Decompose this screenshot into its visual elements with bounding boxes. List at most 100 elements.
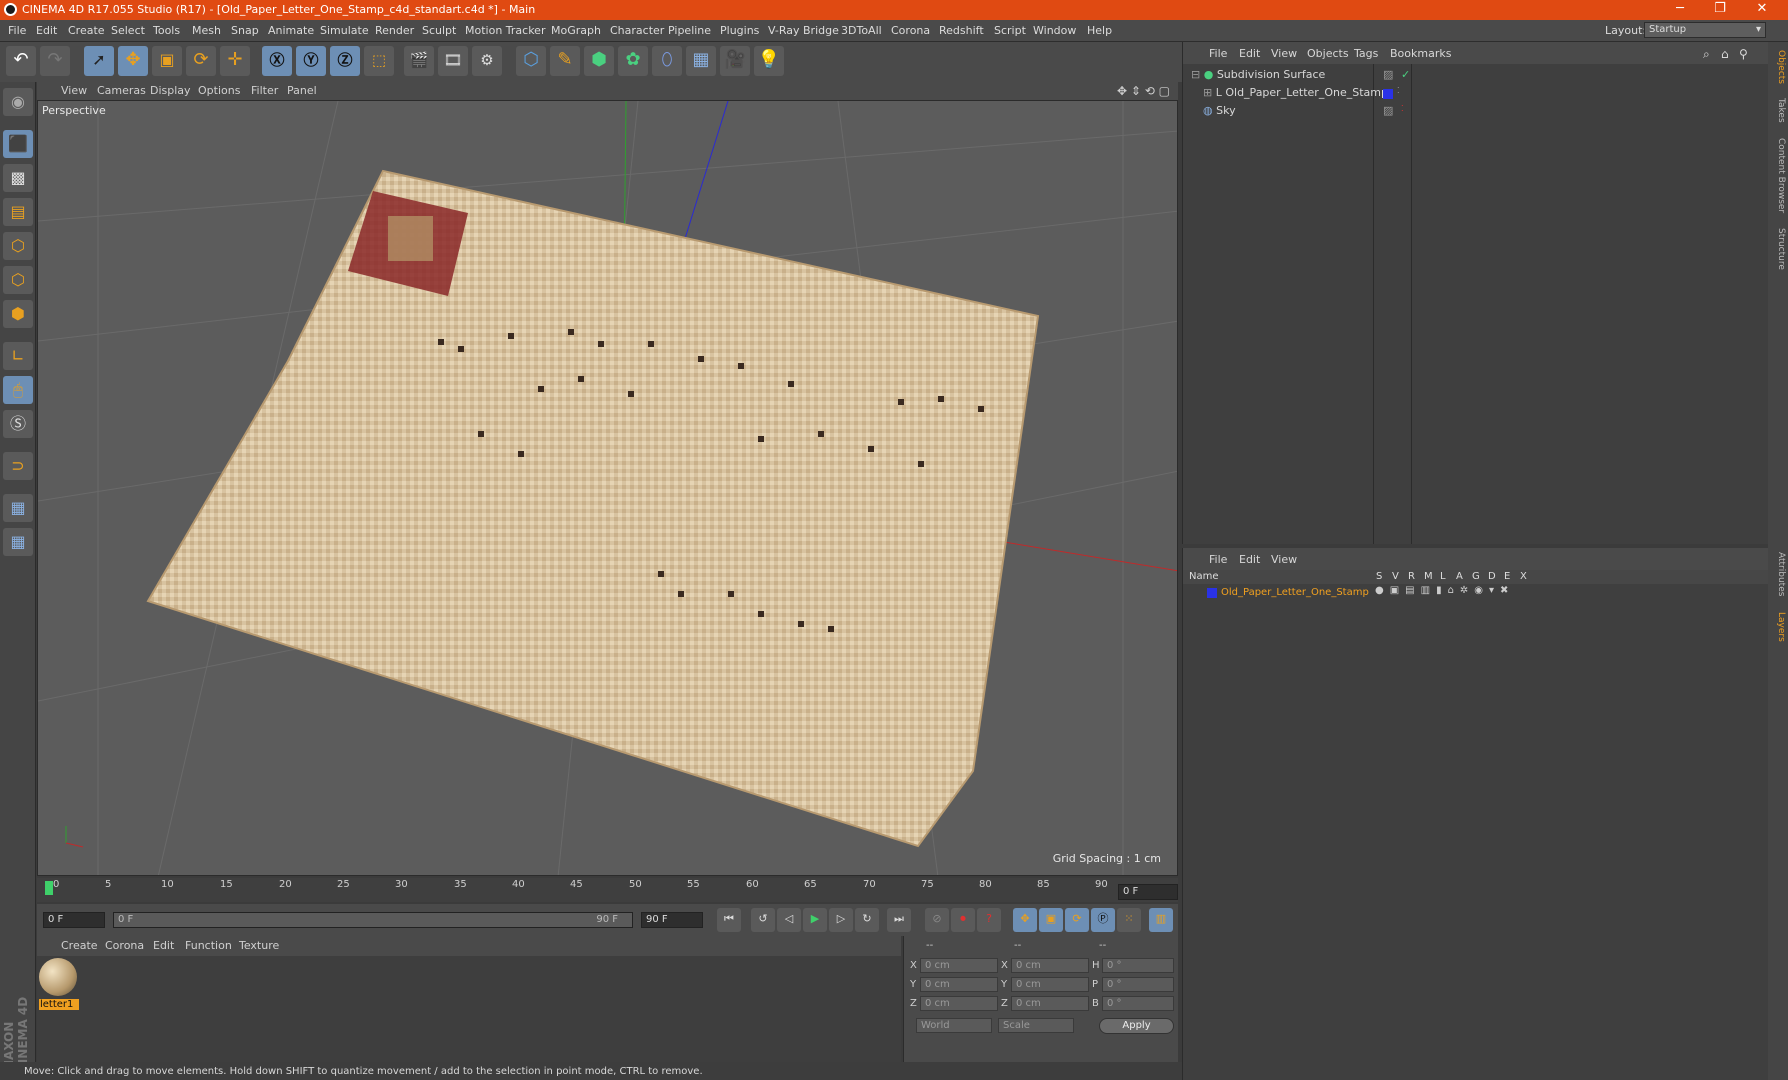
layer-menu-edit[interactable]: Edit	[1239, 553, 1260, 566]
undo-icon[interactable]: ↶	[6, 46, 36, 76]
menu-render[interactable]: Render	[375, 24, 414, 37]
start-frame-field[interactable]: 0 F	[43, 912, 105, 928]
timeline-ruler[interactable]: 0 5 10 15 20 25 30 35 40 45 50 55 60 65 …	[37, 878, 1178, 902]
menu-animate[interactable]: Animate	[268, 24, 314, 37]
deformer-icon[interactable]: ⬯	[652, 46, 682, 76]
visibility-dots-icon[interactable]: ⁚	[1397, 86, 1400, 95]
visibility-toggle-icon[interactable]: ▨	[1383, 104, 1393, 117]
key-scale-icon[interactable]: ▣	[1039, 908, 1063, 932]
play-icon[interactable]: ▶	[803, 908, 827, 932]
layer-menu-file[interactable]: File	[1209, 553, 1227, 566]
goto-end-icon[interactable]: ⏭	[887, 908, 911, 932]
autokey-icon[interactable]: ?	[977, 908, 1001, 932]
menu-sculpt[interactable]: Sculpt	[422, 24, 456, 37]
size-y-field[interactable]: 0 cm	[1011, 977, 1089, 992]
redo-icon[interactable]: ↷	[40, 46, 70, 76]
object-menu-edit[interactable]: Edit	[1239, 47, 1260, 60]
position-z-field[interactable]: 0 cm	[920, 996, 998, 1011]
menu-motion-tracker[interactable]: Motion Tracker	[465, 24, 545, 37]
end-frame-field[interactable]: 90 F	[641, 912, 703, 928]
old-paper-letter-mesh[interactable]	[146, 169, 1040, 848]
viewport-menu-panel[interactable]: Panel	[287, 84, 317, 97]
render-settings-icon[interactable]: ⚙	[472, 46, 502, 76]
material-menu-function[interactable]: Function	[185, 939, 232, 952]
scale-icon[interactable]: ▣	[152, 46, 182, 76]
layer-name[interactable]: Old_Paper_Letter_One_Stamp	[1221, 587, 1369, 598]
collapse-icon[interactable]: ⊟	[1191, 68, 1200, 81]
layer-col-d[interactable]: D	[1488, 571, 1496, 582]
coordinate-system-icon[interactable]: ⬚	[364, 46, 394, 76]
filter-icon[interactable]: ⚲	[1739, 47, 1748, 61]
viewport-menu-options[interactable]: Options	[198, 84, 240, 97]
edges-mode-icon[interactable]: ⬡	[3, 266, 33, 294]
planar-workplane-icon[interactable]: ▦	[3, 528, 33, 556]
maximize-button[interactable]: ❐	[1700, 0, 1740, 20]
menu-redshift[interactable]: Redshift	[939, 24, 984, 37]
home-icon[interactable]: ⌂	[1721, 47, 1729, 61]
playhead-marker[interactable]	[45, 881, 53, 895]
viewport-menu-display[interactable]: Display	[150, 84, 191, 97]
perspective-viewport[interactable]: Perspective Grid Spacing : 1 cm	[37, 100, 1178, 876]
size-z-field[interactable]: 0 cm	[1011, 996, 1089, 1011]
layer-menu-view[interactable]: View	[1271, 553, 1297, 566]
layer-color-swatch[interactable]	[1207, 588, 1217, 598]
rotate-icon[interactable]: ⟳	[186, 46, 216, 76]
cube-icon[interactable]: ⬡	[516, 46, 546, 76]
prev-key-icon[interactable]: ↺	[751, 908, 775, 932]
side-tab-objects[interactable]: Objects	[1770, 50, 1786, 84]
render-picture-viewer-icon[interactable]: 🎞	[438, 46, 468, 76]
texture-mode-icon[interactable]: ▩	[3, 164, 33, 192]
key-rotation-icon[interactable]: ⟳	[1065, 908, 1089, 932]
layer-col-x[interactable]: X	[1520, 571, 1527, 582]
menu-help[interactable]: Help	[1087, 24, 1112, 37]
apply-button[interactable]: Apply	[1099, 1018, 1174, 1034]
menu-simulate[interactable]: Simulate	[320, 24, 369, 37]
pen-spline-icon[interactable]: ✎	[550, 46, 580, 76]
frame-range-slider[interactable]: 0 F 90 F	[113, 912, 633, 928]
subdivision-surface-icon[interactable]: ⬢	[584, 46, 614, 76]
close-button[interactable]: ✕	[1742, 0, 1782, 20]
object-row-subdivision[interactable]: ⊟ ● Subdivision Surface ▨ ✓	[1191, 68, 1651, 86]
tweak-mode-icon[interactable]: 🖱	[3, 376, 33, 404]
light-icon[interactable]: 💡	[754, 46, 784, 76]
solo-icon[interactable]: Ⓢ	[3, 410, 33, 438]
layer-col-m[interactable]: M	[1424, 571, 1433, 582]
object-menu-tags[interactable]: Tags	[1354, 47, 1378, 60]
menu-file[interactable]: File	[8, 24, 26, 37]
visibility-dots-icon[interactable]: ⁚	[1401, 104, 1404, 113]
size-x-field[interactable]: 0 cm	[1011, 958, 1089, 973]
rotation-p-field[interactable]: 0 °	[1102, 977, 1174, 992]
material-menu-edit[interactable]: Edit	[153, 939, 174, 952]
y-axis-icon[interactable]: Ⓨ	[296, 46, 326, 76]
move-icon[interactable]: ✥	[118, 46, 148, 76]
layer-col-v[interactable]: V	[1392, 571, 1399, 582]
transform-icon[interactable]: ✛	[220, 46, 250, 76]
record-icon[interactable]: ⏺	[951, 908, 975, 932]
points-mode-icon[interactable]: ⬡	[3, 232, 33, 260]
search-icon[interactable]: ⌕	[1703, 47, 1710, 62]
camera-icon[interactable]: 🎥	[720, 46, 750, 76]
workplane-lock-icon[interactable]: ▦	[3, 494, 33, 522]
object-menu-bookmarks[interactable]: Bookmarks	[1390, 47, 1451, 60]
expand-icon[interactable]: ⊞	[1203, 86, 1212, 99]
z-axis-icon[interactable]: Ⓩ	[330, 46, 360, 76]
key-pla-icon[interactable]: ⁙	[1117, 908, 1141, 932]
side-tab-takes[interactable]: Takes	[1770, 98, 1786, 123]
menu-vray-bridge[interactable]: V-Ray Bridge	[768, 24, 839, 37]
motion-path-icon[interactable]: ⊘	[925, 908, 949, 932]
menu-snap[interactable]: Snap	[231, 24, 259, 37]
layer-row[interactable]: Old_Paper_Letter_One_Stamp ●▣▤▥▮⌂✲◉▾✖	[1183, 585, 1769, 601]
menu-tools[interactable]: Tools	[153, 24, 180, 37]
object-menu-file[interactable]: File	[1209, 47, 1227, 60]
model-mode-icon[interactable]: ⬛	[3, 130, 33, 158]
viewport-menu-view[interactable]: View	[61, 84, 87, 97]
layer-col-e[interactable]: E	[1504, 571, 1510, 582]
layer-col-l[interactable]: L	[1440, 571, 1446, 582]
rotation-h-field[interactable]: 0 °	[1102, 958, 1174, 973]
key-param-icon[interactable]: Ⓟ	[1091, 908, 1115, 932]
layout-select[interactable]: Startup ▾	[1644, 22, 1766, 38]
menu-pipeline[interactable]: Pipeline	[668, 24, 711, 37]
side-tab-structure[interactable]: Structure	[1770, 228, 1786, 270]
axis-mode-icon[interactable]: ∟	[3, 342, 33, 370]
position-x-field[interactable]: 0 cm	[920, 958, 998, 973]
